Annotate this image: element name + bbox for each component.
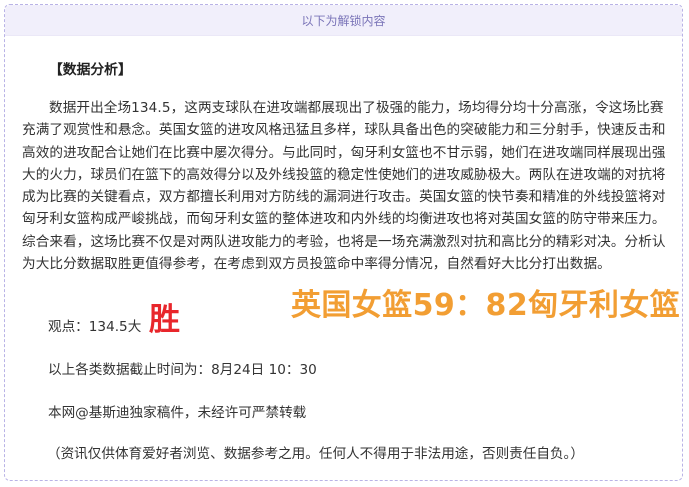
analysis-paragraph: 数据开出全场134.5，这两支球队在进攻端都展现出了极强的能力，场均得分均十分高… (22, 100, 666, 273)
data-deadline-note: 以上各类数据截止时间为：8月24日 10：30 (48, 362, 317, 378)
final-score-overlay: 英国女篮59：82匈牙利女篮 (291, 288, 681, 323)
unlock-banner: 以下为解锁内容 (5, 5, 682, 36)
disclaimer-note: （资讯仅供体育爱好者浏览、数据参考之用。任何人不得用于非法用途，否则责任自负。） (47, 446, 584, 462)
verdict-label: 观点：134.5大 (48, 319, 142, 335)
copyright-note: 本网@基斯迪独家稿件，未经许可严禁转载 (48, 405, 307, 421)
unlock-banner-label: 以下为解锁内容 (301, 13, 386, 28)
section-heading: 【数据分析】 (49, 62, 132, 78)
verdict-result-stamp: 胜 (149, 302, 180, 338)
